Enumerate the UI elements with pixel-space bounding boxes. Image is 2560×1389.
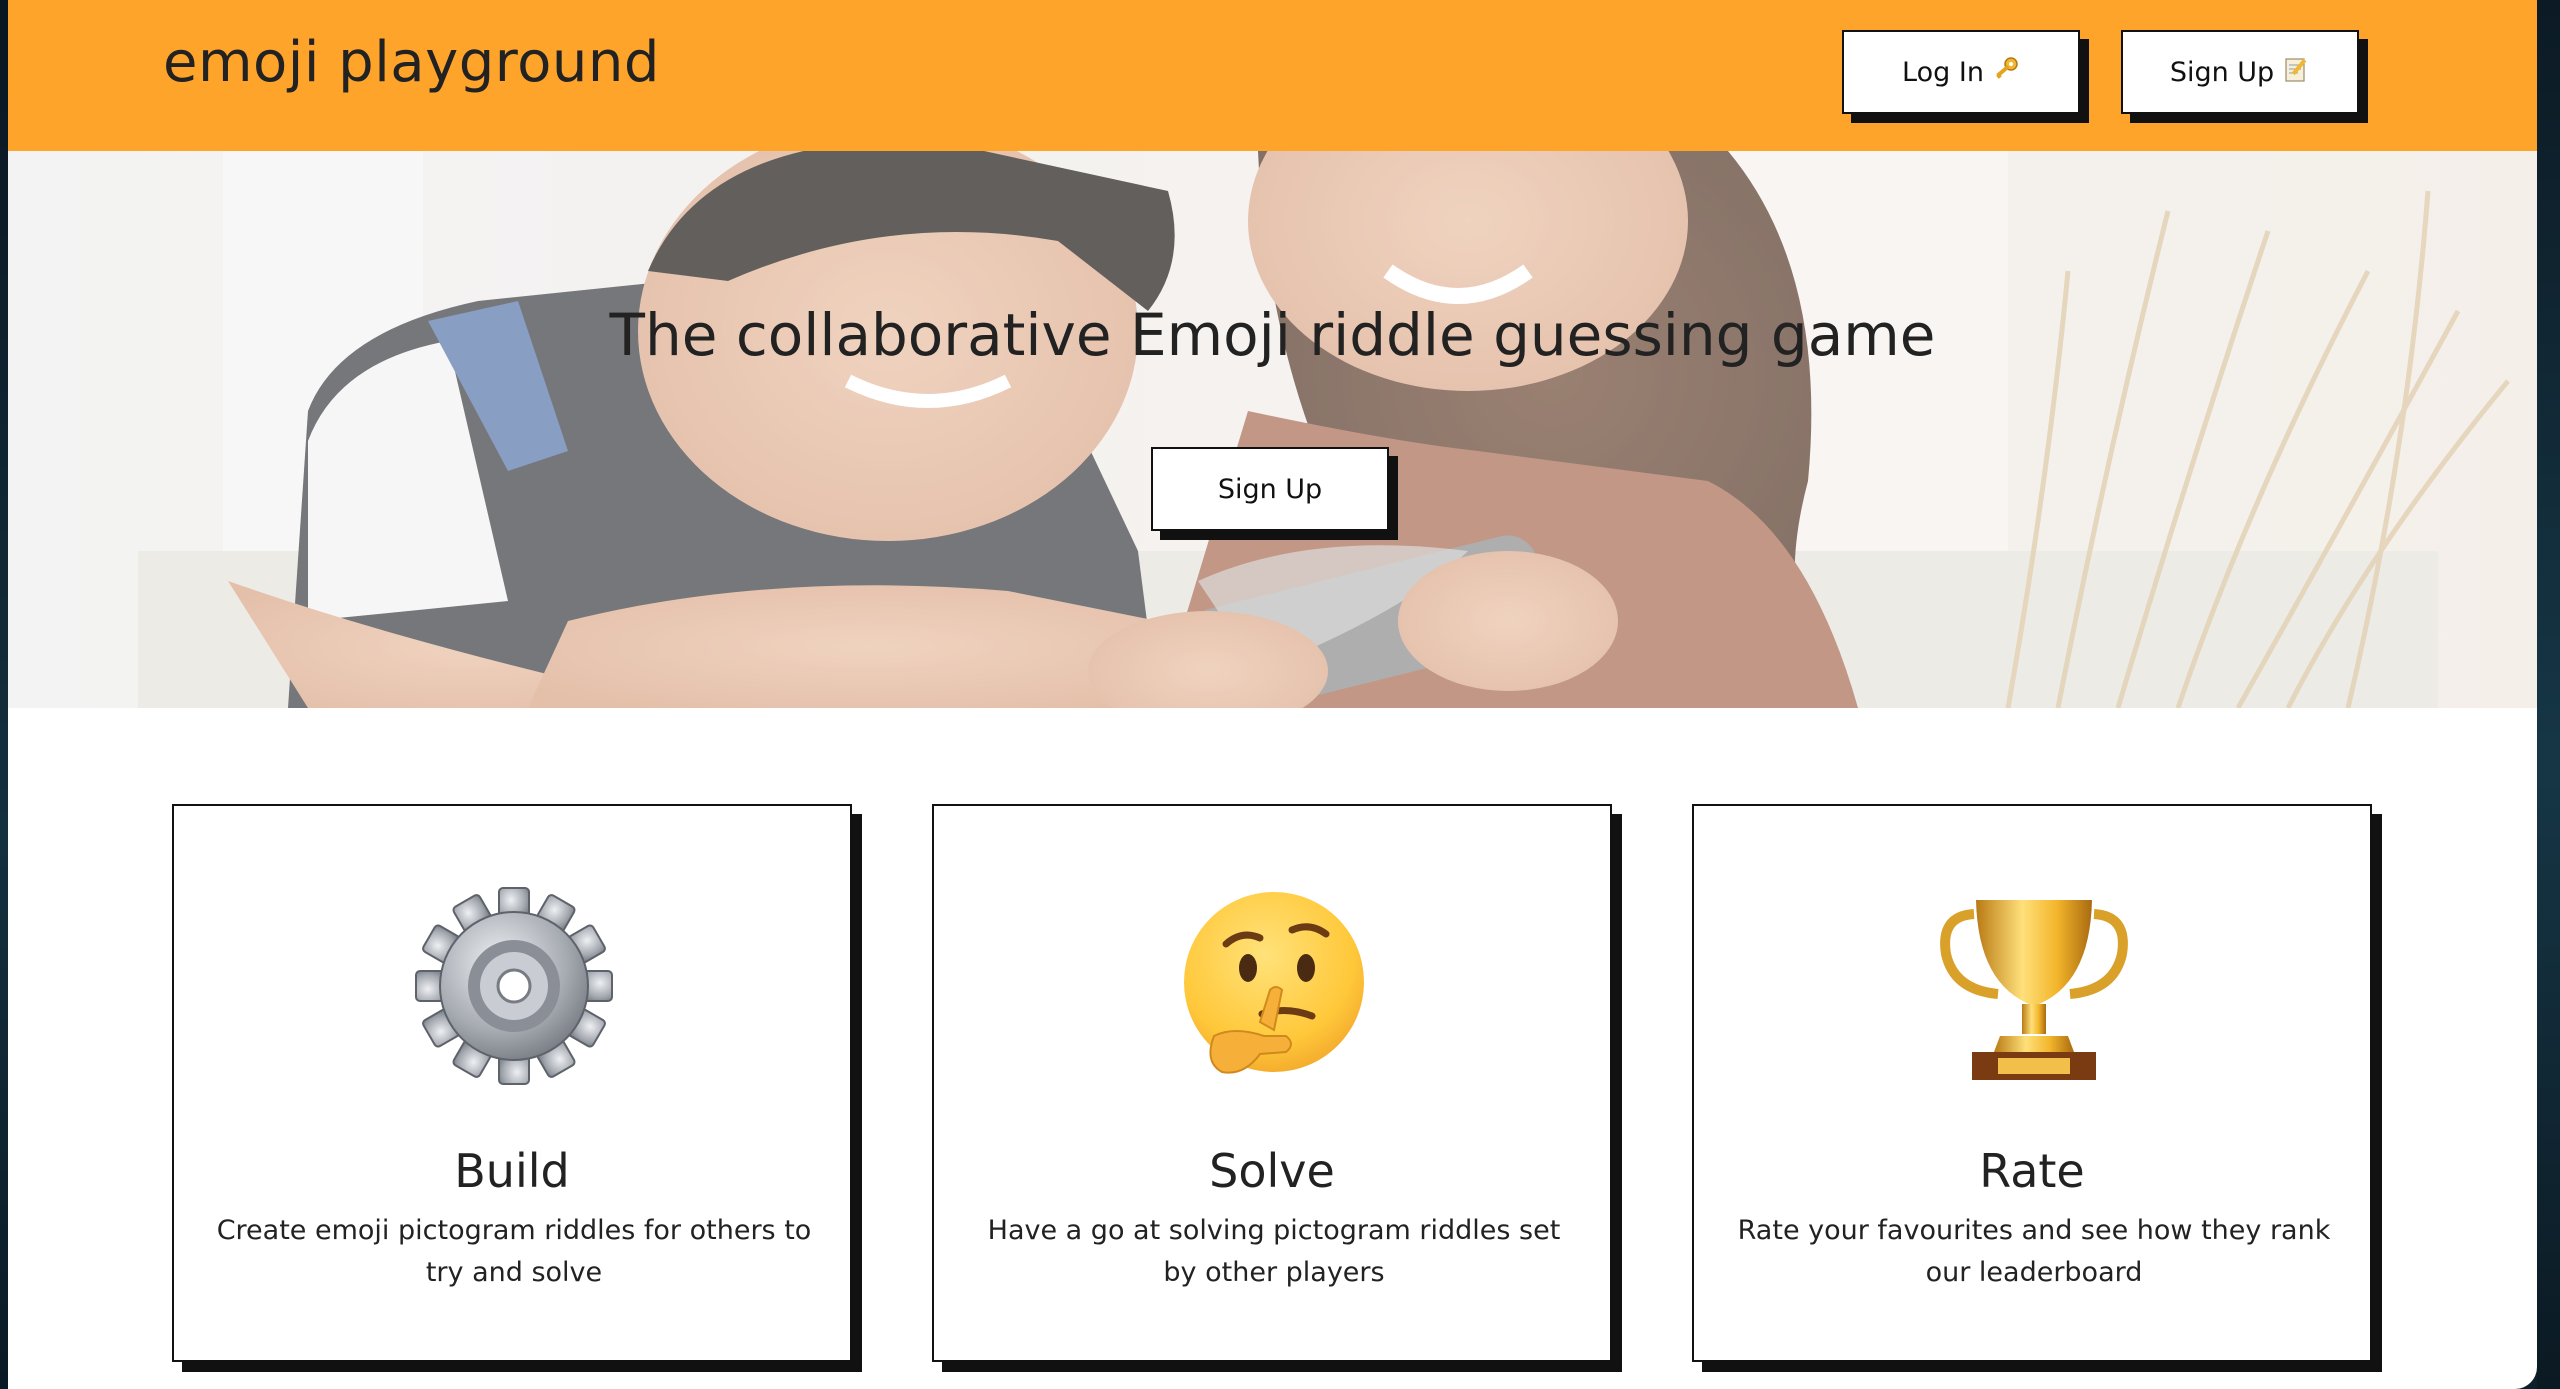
hero-title: The collaborative Emoji riddle guessing … [609, 301, 1936, 369]
desktop-background-left [0, 0, 8, 1389]
gear-icon [414, 886, 614, 1086]
login-button[interactable]: Log In [1842, 30, 2080, 114]
feature-title-build: Build [454, 1144, 570, 1198]
desktop-background-right [2537, 0, 2560, 1389]
hero-signup-button[interactable]: Sign Up [1151, 447, 1389, 531]
key-icon [1992, 55, 2020, 90]
thinking-face-icon [1174, 886, 1374, 1086]
signup-button[interactable]: Sign Up [2121, 30, 2359, 114]
memo-icon [2282, 55, 2310, 90]
feature-title-rate: Rate [1979, 1144, 2085, 1198]
feature-title-solve: Solve [1209, 1144, 1335, 1198]
hero-overlay [8, 151, 2537, 708]
feature-card-rate: Rate Rate your favourites and see how th… [1692, 804, 2372, 1362]
browser-page: emoji playground Log In Sign Up The coll… [8, 0, 2537, 1389]
hero-section: The collaborative Emoji riddle guessing … [8, 151, 2537, 708]
feature-card-solve: Solve Have a go at solving pictogram rid… [932, 804, 1612, 1362]
feature-description-build: Create emoji pictogram riddles for other… [216, 1215, 812, 1288]
site-logo[interactable]: emoji playground [163, 30, 660, 95]
trophy-icon [1934, 886, 2134, 1086]
site-header: emoji playground Log In Sign Up [8, 0, 2537, 151]
signup-button-label: Sign Up [2169, 56, 2275, 88]
feature-description-rate: Rate your favourites and see how they ra… [1737, 1215, 2331, 1288]
feature-card-build: Build Create emoji pictogram riddles for… [172, 804, 852, 1362]
feature-description-solve: Have a go at solving pictogram riddles s… [987, 1215, 1561, 1288]
login-button-label: Log In [1902, 56, 1984, 88]
